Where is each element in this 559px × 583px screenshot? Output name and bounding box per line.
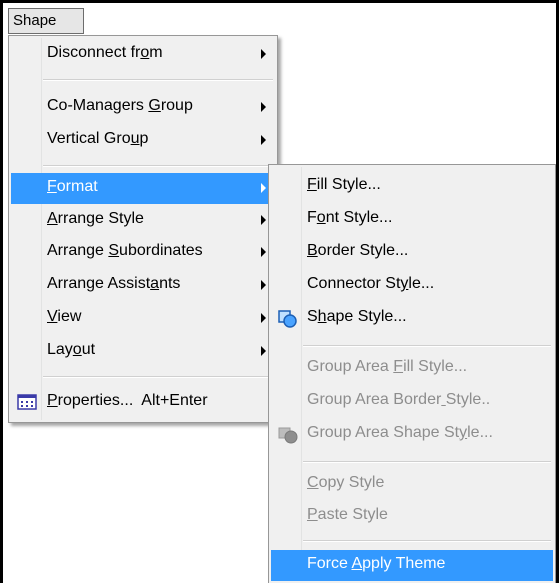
submenu-arrow-icon <box>261 280 266 290</box>
submenu-arrow-icon <box>261 313 266 323</box>
submenu-item-fill-style[interactable]: Fill Style... <box>271 171 553 202</box>
menu-item-label: View <box>47 308 82 325</box>
menu-item-arrange-style[interactable]: Arrange Style <box>11 205 275 236</box>
menu-item-layout[interactable]: Layout <box>11 336 275 367</box>
menu-item-properties[interactable]: Properties... Alt+Enter <box>11 387 275 418</box>
properties-icon <box>17 393 37 411</box>
menu-item-label: Arrange Style <box>47 210 144 227</box>
menu-item-label: Fill Style... <box>307 176 381 193</box>
submenu-item-group-area-fill-style: Group Area Fill Style... <box>271 353 553 384</box>
format-submenu: Fill Style... Font Style... Border Style… <box>268 164 556 583</box>
menu-item-label: Co-Managers Group <box>47 97 193 114</box>
submenu-item-paste-style: Paste Style <box>271 501 553 532</box>
menu-item-label: Shape Style... <box>307 308 407 325</box>
menu-item-label: Copy Style <box>307 474 385 491</box>
submenu-item-border-style[interactable]: Border Style... <box>271 237 553 268</box>
submenu-item-force-apply-theme[interactable]: Force Apply Theme <box>271 550 553 581</box>
menu-item-arrange-subordinates[interactable]: Arrange Subordinates <box>11 237 275 268</box>
menu-item-arrange-assistants[interactable]: Arrange Assistants <box>11 270 275 301</box>
submenu-item-group-area-shape-style: Group Area Shape Style... <box>271 419 553 450</box>
menu-item-label: Disconnect from <box>47 44 163 61</box>
menu-separator <box>303 345 551 347</box>
menu-item-label: Group Area Fill Style... <box>307 358 468 375</box>
submenu-arrow-icon <box>261 102 266 112</box>
menu-separator <box>43 165 273 167</box>
menu-item-co-managers-group[interactable]: Co-Managers Group <box>11 92 275 123</box>
window-frame-left <box>0 0 3 583</box>
menu-item-label: Vertical Group <box>47 130 149 147</box>
menu-item-label: Font Style... <box>307 209 393 226</box>
menu-item-label: Group Area Border Style.. <box>307 391 491 408</box>
submenu-arrow-icon <box>261 183 266 193</box>
submenu-arrow-icon <box>261 346 266 356</box>
menu-separator <box>43 79 273 81</box>
menu-separator <box>303 461 551 463</box>
submenu-item-shape-style[interactable]: Shape Style... <box>271 303 553 334</box>
menu-item-vertical-group[interactable]: Vertical Group <box>11 125 275 156</box>
menu-item-label: Format <box>47 178 98 195</box>
submenu-arrow-icon <box>261 247 266 257</box>
menu-item-label: Paste Style <box>307 506 388 523</box>
submenu-item-copy-style: Copy Style <box>271 469 553 500</box>
menu-item-label: Layout <box>47 341 96 358</box>
menu-item-label: Border Style... <box>307 242 409 259</box>
window-frame-top <box>0 0 559 3</box>
menu-item-label: Arrange Subordinates <box>47 242 203 259</box>
menu-separator <box>43 376 273 378</box>
menu-item-label: Connector Style... <box>307 275 435 292</box>
submenu-item-group-area-border-style: Group Area Border Style.. <box>271 386 553 417</box>
menu-item-label: Force Apply Theme <box>307 555 446 572</box>
menu-item-label: Group Area Shape Style... <box>307 424 493 441</box>
menu-item-label: Arrange Assistants <box>47 275 181 292</box>
shape-menu: Disconnect from Co-Managers Group Vertic… <box>8 35 278 423</box>
submenu-arrow-icon <box>261 135 266 145</box>
menu-item-view[interactable]: View <box>11 303 275 334</box>
menubar-shape[interactable]: Shape <box>8 8 84 34</box>
menu-item-disconnect-from[interactable]: Disconnect from <box>11 39 275 70</box>
menu-separator <box>303 540 551 542</box>
menu-item-label: Properties... Alt+Enter <box>47 392 208 409</box>
shape-style-icon <box>277 309 297 328</box>
submenu-arrow-icon <box>261 49 266 59</box>
submenu-item-font-style[interactable]: Font Style... <box>271 204 553 235</box>
menu-item-format[interactable]: Format <box>11 173 275 204</box>
submenu-arrow-icon <box>261 215 266 225</box>
group-shape-style-icon <box>277 425 298 444</box>
submenu-item-connector-style[interactable]: Connector Style... <box>271 270 553 301</box>
